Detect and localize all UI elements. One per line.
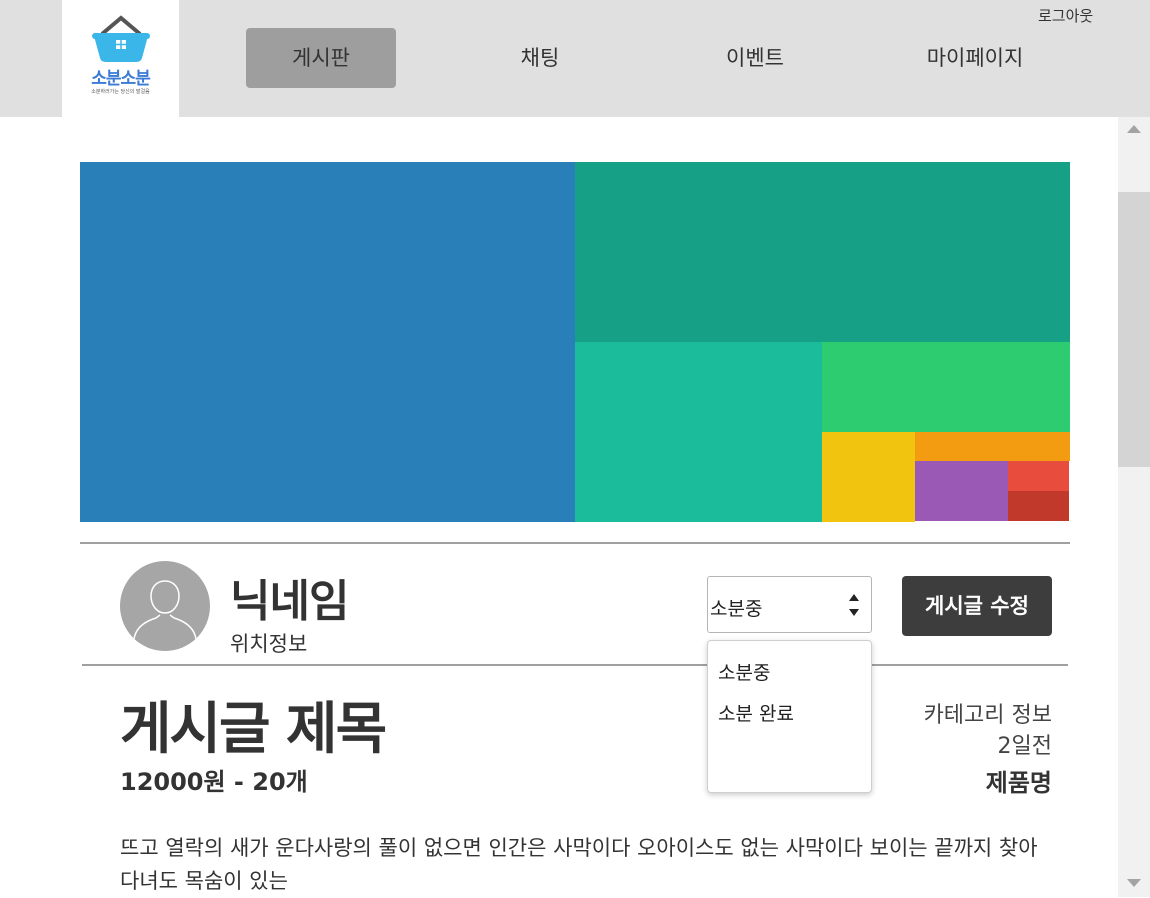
status-select[interactable]: 소분중 <box>707 576 872 633</box>
post-product-name: 제품명 <box>985 769 1052 797</box>
author-nickname: 닉네임 <box>230 576 349 627</box>
nav-board[interactable]: 게시판 <box>246 28 396 88</box>
basket-house-icon <box>92 15 150 62</box>
scroll-down-arrow-icon[interactable] <box>1127 879 1141 887</box>
image-tile <box>822 432 915 522</box>
logout-link[interactable]: 로그아웃 <box>1038 5 1093 26</box>
status-option[interactable]: 소분중 <box>718 658 770 685</box>
logo-tagline: 소분하러가는 당신의 발걸음 <box>91 89 150 95</box>
divider <box>80 542 1070 544</box>
status-select-value: 소분중 <box>710 598 763 620</box>
divider <box>82 664 1068 666</box>
image-tile <box>915 432 1070 461</box>
sort-arrows-icon <box>849 594 859 616</box>
image-tile <box>1008 461 1069 491</box>
image-tile <box>915 461 1008 521</box>
image-tile <box>575 342 822 522</box>
post-date: 2일전 <box>997 734 1052 759</box>
post-price-quantity: 12000원 - 20개 <box>120 768 308 796</box>
post-category: 카테고리 정보 <box>923 703 1052 728</box>
avatar[interactable] <box>120 561 210 651</box>
post-title: 게시글 제목 <box>120 697 387 762</box>
nav-event[interactable]: 이벤트 <box>680 28 830 88</box>
logo-name: 소분소분 <box>91 69 151 89</box>
status-option[interactable]: 소분 완료 <box>718 699 794 726</box>
top-header: 소분소분 소분하러가는 당신의 발걸음 게시판 채팅 이벤트 마이페이지 로그아… <box>0 0 1150 117</box>
status-dropdown-menu: 소분중 소분 완료 <box>707 640 872 793</box>
author-location: 위치정보 <box>230 632 308 656</box>
image-tile <box>822 342 1070 432</box>
scroll-thumb[interactable] <box>1118 192 1150 467</box>
post-body: 뜨고 열락의 새가 운다사랑의 풀이 없으면 인간은 사막이다 오아이스도 없는… <box>120 836 1038 893</box>
nav-chat[interactable]: 채팅 <box>465 28 615 88</box>
post-image <box>80 162 1070 522</box>
image-tile <box>575 162 1070 342</box>
nav-mypage[interactable]: 마이페이지 <box>900 28 1050 88</box>
image-tile <box>1008 491 1069 521</box>
vertical-scrollbar[interactable] <box>1118 117 1150 897</box>
edit-post-button[interactable]: 게시글 수정 <box>902 576 1052 636</box>
logo[interactable]: 소분소분 소분하러가는 당신의 발걸음 <box>62 0 179 117</box>
user-silhouette-icon <box>133 580 197 640</box>
scroll-up-arrow-icon[interactable] <box>1127 125 1141 133</box>
image-tile <box>80 162 575 522</box>
